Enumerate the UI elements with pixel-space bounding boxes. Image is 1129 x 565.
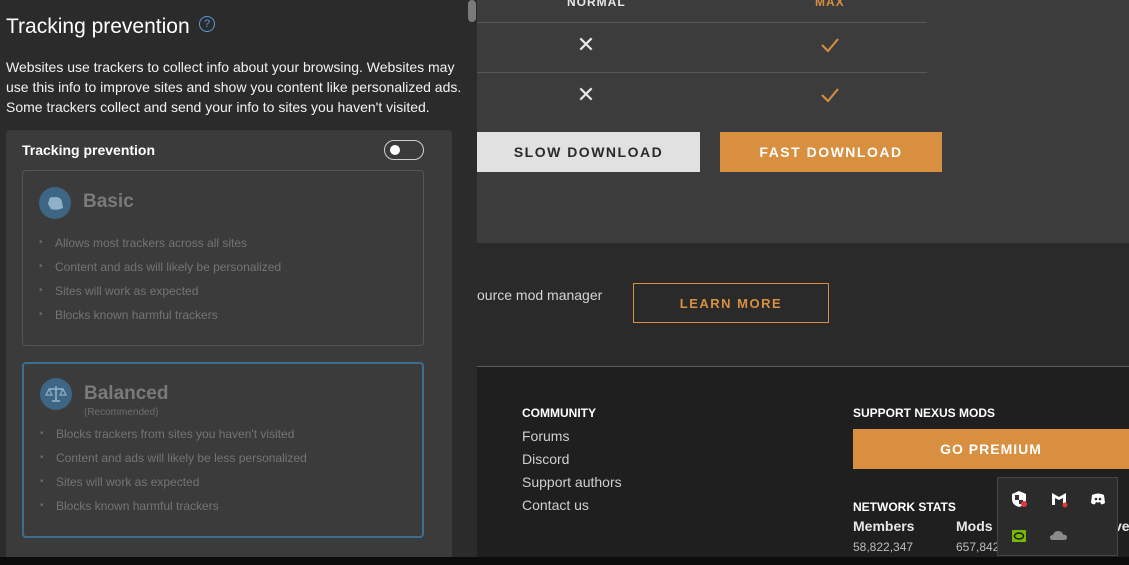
- promo-text: ource mod manager: [477, 287, 603, 303]
- option-balanced-bullets: Blocks trackers from sites you haven't v…: [40, 422, 307, 518]
- row-divider: [477, 22, 927, 23]
- forums-link[interactable]: Forums: [522, 428, 569, 444]
- option-balanced-title: Balanced: [84, 383, 169, 404]
- list-item: Blocks known harmful trackers: [39, 303, 281, 327]
- panel-description: Websites use trackers to collect info ab…: [6, 59, 462, 115]
- system-tray-overflow: [997, 477, 1118, 556]
- support-authors-link[interactable]: Support authors: [522, 474, 622, 490]
- stat-label-mods: Mods: [956, 518, 993, 534]
- check-icon: [821, 88, 839, 103]
- panel-title: Tracking prevention: [6, 15, 190, 38]
- stat-value-mods: 657,842: [956, 540, 1000, 554]
- option-balanced-subtitle: (Recommended): [84, 407, 159, 418]
- discord-icon[interactable]: [1087, 488, 1109, 510]
- list-item: Content and ads will likely be less pers…: [40, 446, 307, 470]
- stat-value-members: 58,822,347: [853, 540, 914, 554]
- basic-shield-icon: [39, 187, 71, 219]
- tracking-toggle-label: Tracking prevention: [22, 142, 156, 158]
- list-item: Content and ads will likely be personali…: [39, 255, 281, 279]
- option-basic-bullets: Allows most trackers across all sites Co…: [39, 231, 281, 327]
- check-icon: [821, 38, 839, 53]
- go-premium-button[interactable]: GO PREMIUM: [853, 429, 1129, 469]
- list-item: Sites will work as expected: [40, 470, 307, 494]
- cross-icon: ✕: [576, 82, 596, 107]
- row-divider: [477, 72, 927, 73]
- list-item: Sites will work as expected: [39, 279, 281, 303]
- network-stats-heading: NETWORK STATS: [853, 500, 956, 514]
- toggle-knob: [390, 145, 400, 155]
- option-basic-title: Basic: [83, 191, 134, 212]
- list-item: Blocks known harmful trackers: [40, 494, 307, 518]
- balance-scale-icon: [40, 378, 72, 410]
- option-basic[interactable]: Basic Allows most trackers across all si…: [22, 170, 424, 346]
- taskbar-edge: [0, 557, 1129, 565]
- fast-download-button[interactable]: FAST DOWNLOAD: [720, 132, 942, 172]
- list-item: Allows most trackers across all sites: [39, 231, 281, 255]
- learn-more-button[interactable]: LEARN MORE: [633, 283, 829, 323]
- max-column-header: MAX: [815, 0, 845, 9]
- mcafee-icon[interactable]: [1048, 488, 1070, 510]
- discord-link[interactable]: Discord: [522, 451, 569, 467]
- nvidia-icon[interactable]: [1008, 525, 1030, 547]
- slow-download-button[interactable]: SLOW DOWNLOAD: [477, 132, 700, 172]
- help-icon[interactable]: ?: [199, 16, 215, 32]
- security-shield-icon[interactable]: [1008, 488, 1030, 510]
- list-item: Blocks trackers from sites you haven't v…: [40, 422, 307, 446]
- tracking-prevention-toggle[interactable]: [384, 140, 424, 160]
- normal-column-header: NORMAL: [567, 0, 626, 9]
- community-heading: COMMUNITY: [522, 406, 596, 420]
- onedrive-cloud-icon[interactable]: [1048, 525, 1070, 547]
- screen: NORMAL MAX ✕ ✕ SLOW DOWNLOAD FAST DOWNLO…: [0, 0, 1129, 565]
- support-heading: SUPPORT NEXUS MODS: [853, 406, 996, 420]
- stat-label-members: Members: [853, 518, 915, 534]
- panel-scrollbar[interactable]: [468, 0, 476, 22]
- option-balanced[interactable]: Balanced (Recommended) Blocks trackers f…: [22, 362, 424, 538]
- tracking-prevention-panel: Tracking prevention ? Websites use track…: [0, 0, 477, 557]
- contact-us-link[interactable]: Contact us: [522, 497, 589, 513]
- cross-icon: ✕: [576, 32, 596, 57]
